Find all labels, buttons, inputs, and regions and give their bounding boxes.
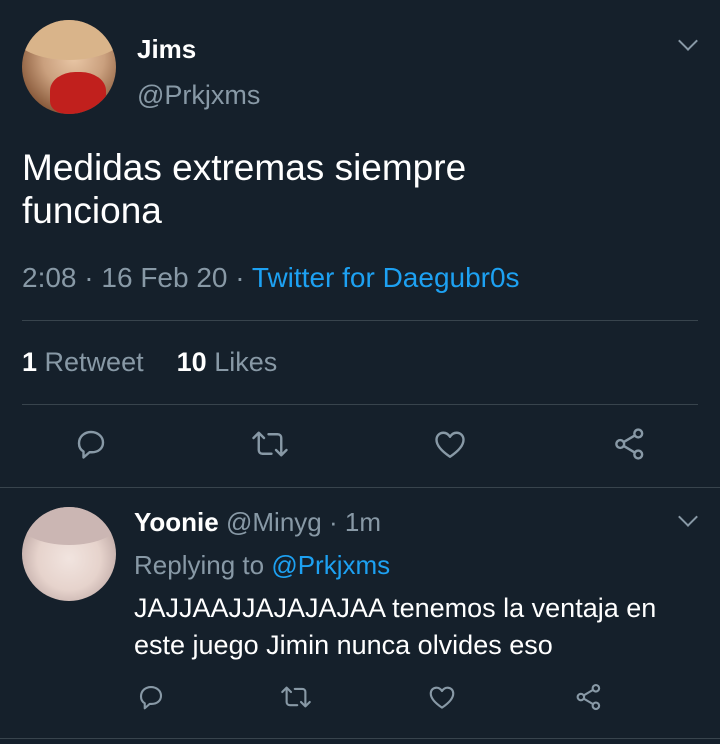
tweet-stats: 1 Retweet 10 Likes	[22, 347, 277, 378]
likes-count: 10	[176, 347, 207, 377]
avatar-red-decoration	[50, 72, 106, 114]
retweet-icon[interactable]	[250, 426, 290, 462]
avatar-hair-decoration	[22, 20, 116, 60]
reply-header: Yoonie @Minyg · 1m	[134, 507, 381, 538]
chevron-down-icon[interactable]	[678, 507, 698, 527]
meta-separator: ·	[235, 262, 245, 293]
divider	[22, 320, 698, 321]
tweet-date: 16 Feb 20	[101, 262, 228, 293]
retweets-label: Retweet	[44, 347, 144, 377]
heart-icon[interactable]	[431, 426, 469, 462]
share-icon[interactable]	[611, 426, 649, 462]
user-handle[interactable]: @Prkjxms	[137, 80, 260, 111]
display-name[interactable]: Jims	[137, 34, 196, 65]
replying-to-label: Replying to	[134, 550, 265, 580]
tweet-text-line: funciona	[22, 190, 162, 231]
avatar-hair-decoration	[22, 507, 116, 545]
reply-text-line: JAJJAAJJAJAJAJAA tenemos la ventaja en	[134, 593, 657, 623]
reply-display-name[interactable]: Yoonie	[134, 507, 219, 537]
reply-text-line: este juego Jimin nunca olvides eso	[134, 630, 553, 660]
likes-stat[interactable]: 10 Likes	[177, 347, 278, 377]
avatar-yoonie[interactable]	[22, 507, 116, 601]
reply-icon[interactable]	[73, 426, 109, 462]
tweet-meta: 2:08 · 16 Feb 20 · Twitter for Daegubr0s	[22, 262, 520, 294]
meta-separator: ·	[328, 507, 338, 537]
replying-to-handle[interactable]: @Prkjxms	[271, 550, 390, 580]
tweet-source-link[interactable]: Twitter for Daegubr0s	[252, 262, 520, 293]
reply-user-handle[interactable]: @Minyg	[226, 507, 322, 537]
divider	[0, 487, 720, 488]
tweet-text-line: Medidas extremas siempre	[22, 147, 467, 188]
retweets-count: 1	[22, 347, 38, 377]
heart-icon[interactable]	[426, 682, 458, 712]
replying-to: Replying to @Prkjxms	[134, 550, 390, 581]
reply-time: 1m	[344, 507, 381, 537]
meta-separator: ·	[84, 262, 94, 293]
tweet-time: 2:08	[22, 262, 77, 293]
retweet-icon[interactable]	[279, 682, 313, 712]
divider	[22, 404, 698, 405]
divider	[0, 738, 720, 739]
reply-tweet-text: JAJJAAJJAJAJAJAA tenemos la ventaja en e…	[134, 590, 709, 664]
reply-icon[interactable]	[136, 682, 166, 712]
chevron-down-icon[interactable]	[678, 31, 698, 51]
tweet-text: Medidas extremas siempre funciona	[22, 146, 662, 232]
likes-label: Likes	[214, 347, 278, 377]
retweets-stat[interactable]: 1 Retweet	[22, 347, 144, 377]
avatar-jims[interactable]	[22, 20, 116, 114]
share-icon[interactable]	[573, 682, 605, 712]
